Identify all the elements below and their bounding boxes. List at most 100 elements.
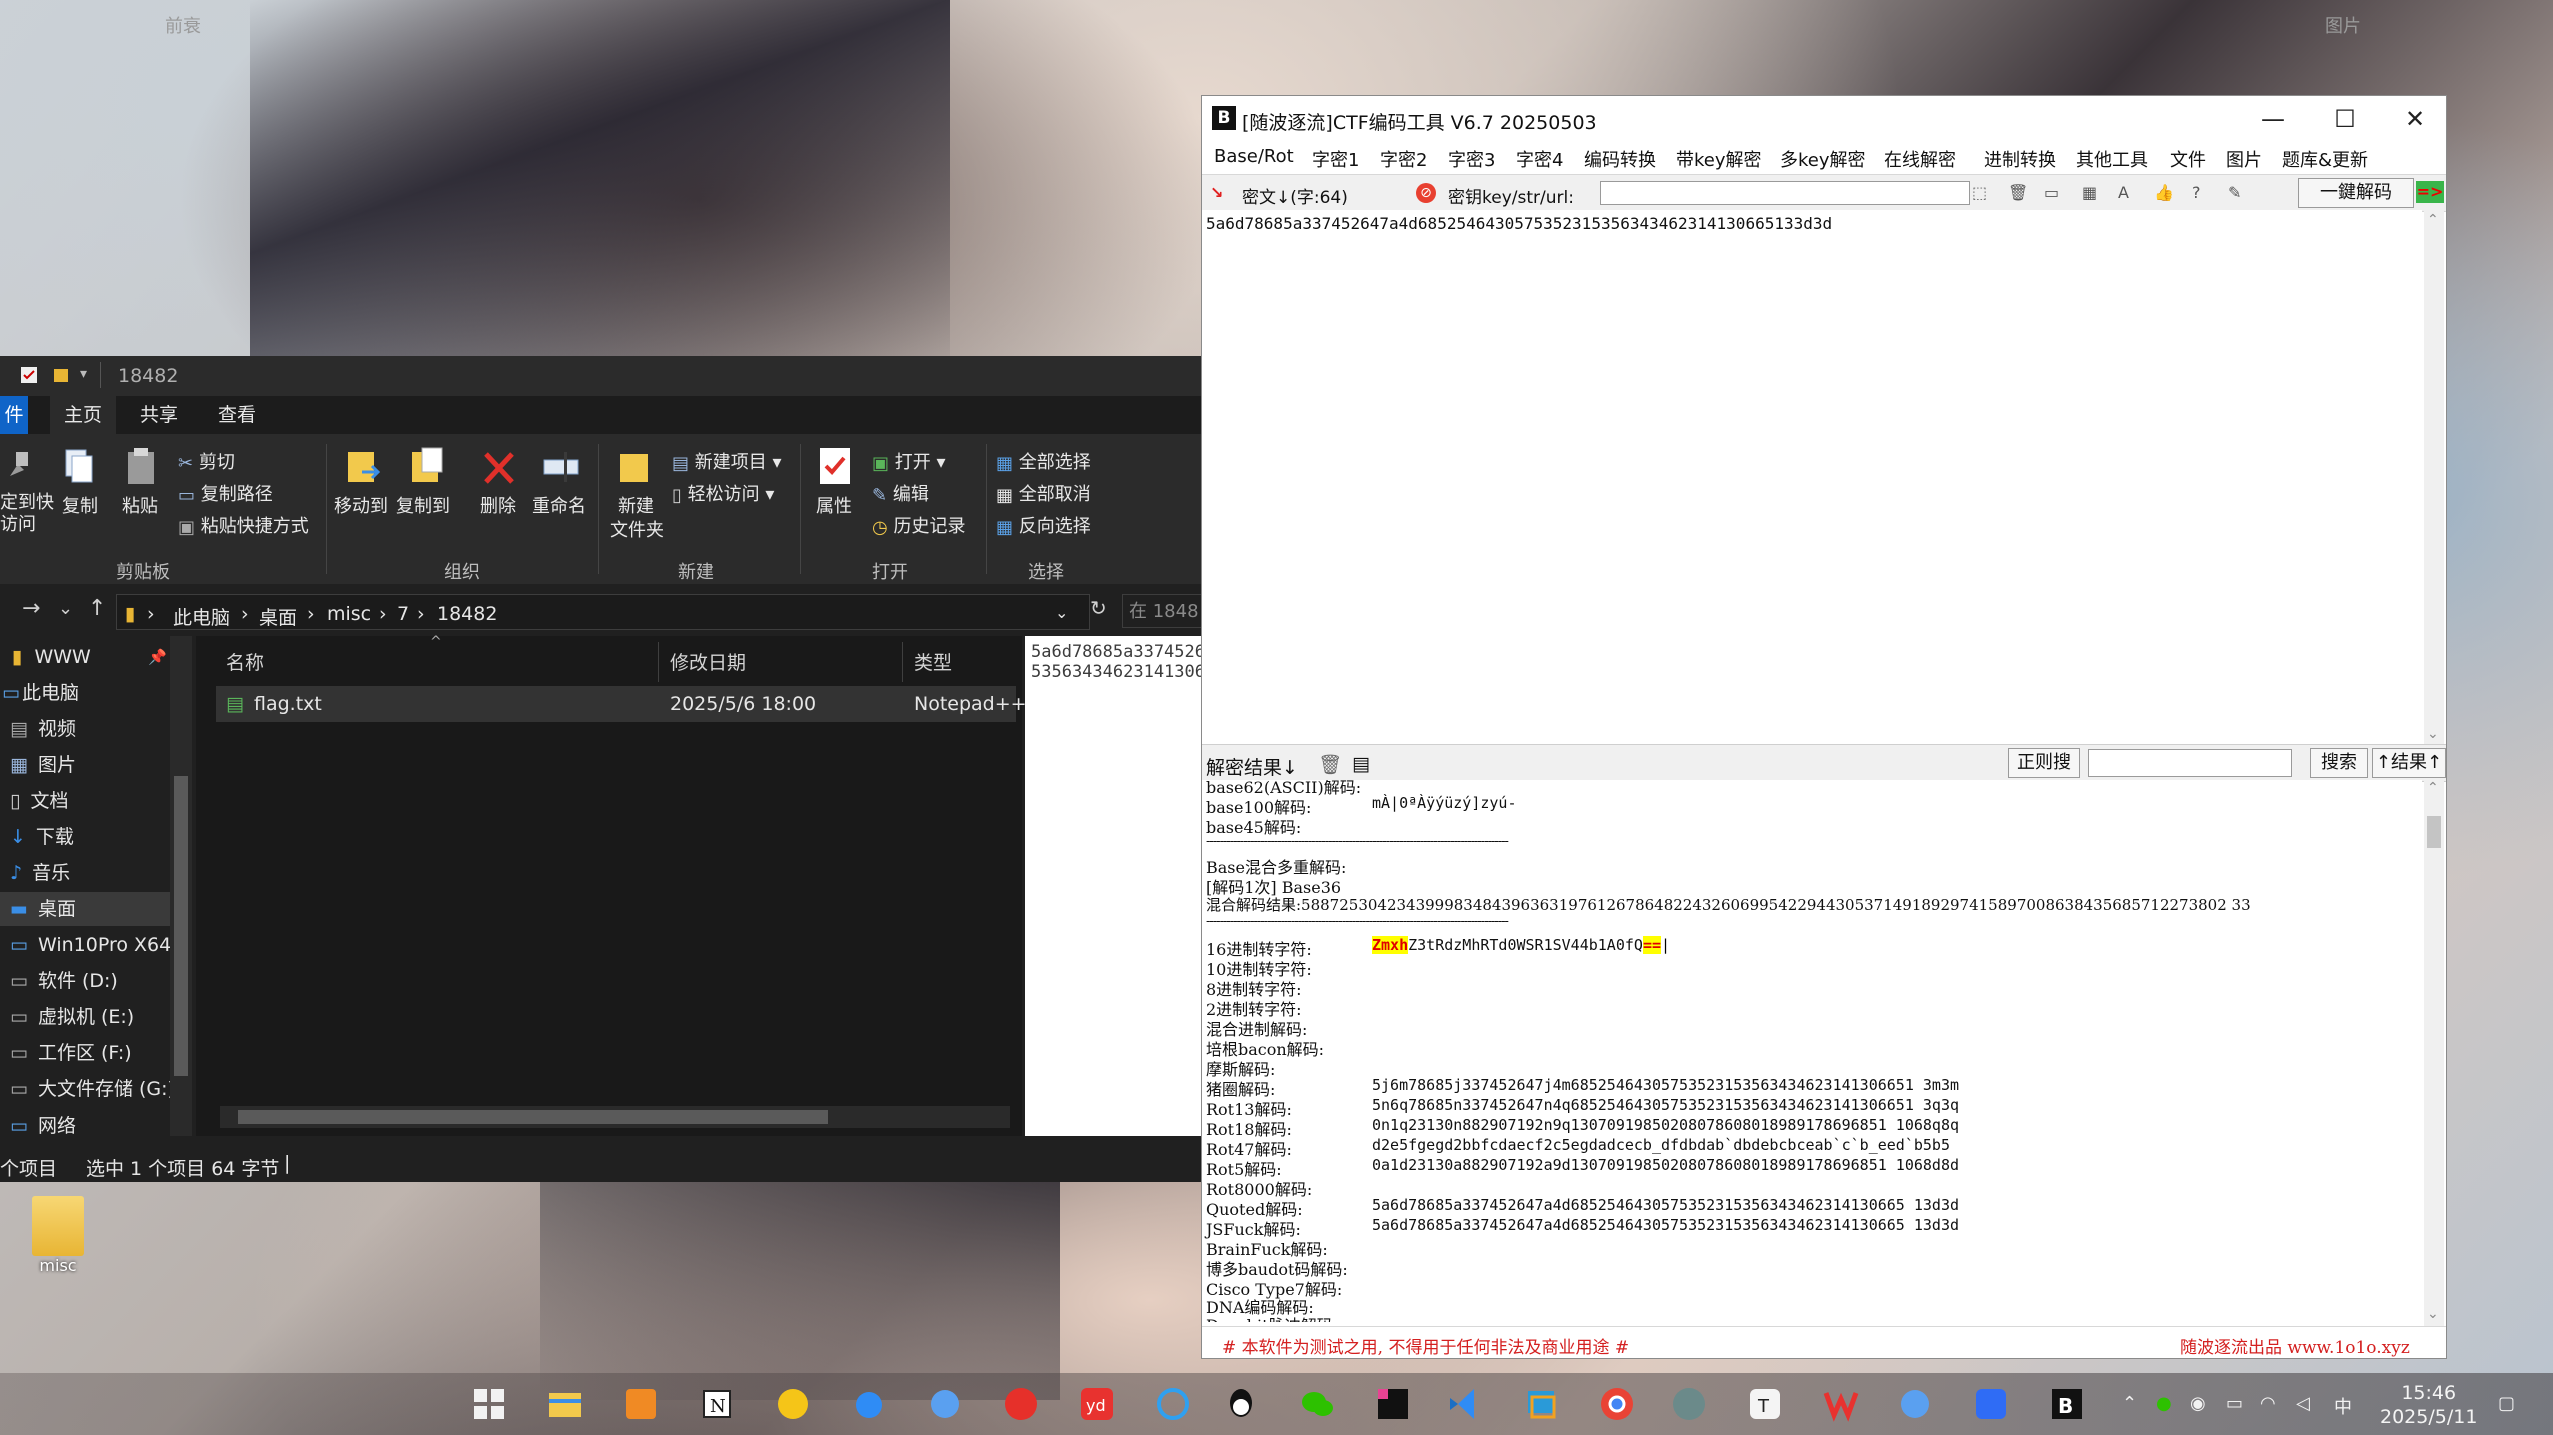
search-button[interactable]: 搜索: [2310, 748, 2368, 778]
result-scrollbar[interactable]: ⌃ ⌄: [2424, 780, 2444, 1326]
properties-icon[interactable]: [20, 366, 38, 384]
qq-icon[interactable]: [1222, 1385, 1260, 1423]
nav-item-music[interactable]: ♪ 音乐: [0, 856, 170, 890]
nav-item-documents[interactable]: ▯ 文档: [0, 784, 170, 818]
nav-scrollbar[interactable]: [170, 636, 192, 1136]
result-up-button[interactable]: ↑结果↑: [2372, 748, 2446, 778]
minimize-icon[interactable]: —: [2250, 102, 2296, 136]
desktop-folder-misc[interactable]: misc: [22, 1196, 94, 1275]
wifi-icon[interactable]: ◠: [2260, 1393, 2276, 1414]
nav-item-downloads[interactable]: ↓ 下载: [0, 820, 170, 854]
nav-item-www[interactable]: ▮ WWW 📌: [0, 640, 170, 674]
nav-item-drive-e[interactable]: ▭ 虚拟机 (E:): [0, 1000, 170, 1034]
nav-item-pictures[interactable]: ▦ 图片: [0, 748, 170, 782]
tray-overflow-icon[interactable]: ⌃: [2122, 1393, 2137, 1414]
ime-indicator[interactable]: 中: [2334, 1393, 2352, 1419]
menu-zimi1[interactable]: 字密1: [1312, 146, 1359, 172]
select-all-button[interactable]: ▦ 全部选择: [996, 448, 1091, 474]
scroll-thumb[interactable]: [2427, 816, 2441, 848]
tab-home[interactable]: 主页: [50, 396, 116, 434]
window-icon[interactable]: ▭: [2044, 183, 2064, 203]
qq-tray-icon[interactable]: ◉: [2190, 1393, 2206, 1414]
up-icon[interactable]: ↑: [88, 596, 106, 621]
menu-zimi2[interactable]: 字密2: [1380, 146, 1427, 172]
tab-share[interactable]: 共享: [126, 396, 192, 434]
scroll-thumb[interactable]: [238, 1110, 828, 1124]
edit-icon[interactable]: ✎: [2228, 183, 2248, 203]
breadcrumb-item[interactable]: 桌面: [259, 603, 297, 630]
explorer-titlebar[interactable]: ▾ 18482: [0, 356, 1202, 396]
copy-result-icon[interactable]: ▤: [1352, 753, 1370, 775]
copy-to-button[interactable]: 复制到: [396, 492, 450, 518]
netease-music-icon[interactable]: [1002, 1385, 1040, 1423]
search-box[interactable]: 在 1848: [1122, 594, 1202, 628]
column-divider[interactable]: [902, 642, 903, 682]
open-button[interactable]: ▣ 打开 ▾: [872, 448, 946, 474]
key-input[interactable]: [1600, 181, 1970, 205]
nav-item-this-pc[interactable]: ▭ 此电脑: [0, 676, 170, 710]
battery-icon[interactable]: ▭: [2226, 1393, 2243, 1414]
font-icon[interactable]: A: [2118, 183, 2138, 203]
rename-button[interactable]: 重命名: [532, 492, 586, 518]
app-blue2-icon[interactable]: [1896, 1385, 1934, 1423]
avatar-icon[interactable]: [1670, 1385, 1708, 1423]
file-row[interactable]: ▤ flag.txt 2025/5/6 18:00 Notepad++: [216, 686, 1027, 722]
nav-item-videos[interactable]: ▤ 视频: [0, 712, 170, 746]
ctf-titlebar[interactable]: B [随波逐流]CTF编码工具 V6.7 20250503 — ☐ ✕: [1202, 96, 2446, 142]
wps-icon[interactable]: [1822, 1385, 1860, 1423]
tab-file[interactable]: 件: [0, 396, 28, 434]
nav-item-drive-f[interactable]: ▭ 工作区 (F:): [0, 1036, 170, 1070]
app-blue3-icon[interactable]: [1972, 1385, 2010, 1423]
paste-shortcut-button[interactable]: ▣ 粘贴快捷方式: [178, 512, 309, 538]
nav-item-desktop[interactable]: ▬ 桌面: [0, 892, 170, 926]
menu-encoding[interactable]: 编码转换: [1584, 146, 1656, 172]
edit-button[interactable]: ✎ 编辑: [872, 480, 929, 506]
breadcrumb-item[interactable]: 18482: [437, 603, 497, 625]
start-icon[interactable]: [470, 1385, 508, 1423]
column-header-type[interactable]: 类型: [914, 648, 952, 675]
youdao-icon[interactable]: yd: [1078, 1385, 1116, 1423]
menu-key-decrypt[interactable]: 带key解密: [1676, 146, 1762, 172]
maximize-icon[interactable]: ☐: [2322, 102, 2368, 136]
table-icon[interactable]: ▦: [2082, 183, 2102, 203]
publisher-link[interactable]: 随波逐流出品 www.1o1o.xyz: [2180, 1333, 2410, 1358]
regex-search-button[interactable]: 正则搜: [2008, 748, 2080, 778]
menu-zimi4[interactable]: 字密4: [1516, 146, 1563, 172]
column-divider[interactable]: [658, 642, 659, 682]
result-search-input[interactable]: [2088, 749, 2292, 777]
scroll-down-icon[interactable]: ⌄: [2427, 726, 2439, 742]
one-key-decode-button[interactable]: 一鍵解码: [2298, 178, 2414, 208]
clock[interactable]: 15:46 2025/5/11: [2380, 1381, 2477, 1429]
properties-button[interactable]: 属性: [816, 492, 852, 518]
vscode-icon[interactable]: [1446, 1385, 1484, 1423]
scroll-down-icon[interactable]: ⌄: [2427, 1306, 2439, 1322]
menu-library-update[interactable]: 题库&更新: [2282, 146, 2368, 172]
easy-access-button[interactable]: ▯ 轻松访问 ▾: [672, 480, 774, 506]
paste-button[interactable]: 粘贴: [122, 492, 158, 518]
wechat-tray-icon[interactable]: ●: [2156, 1393, 2172, 1414]
run-arrow-button[interactable]: =>: [2416, 181, 2444, 203]
explorer-icon[interactable]: [546, 1385, 584, 1423]
menu-other-tools[interactable]: 其他工具: [2076, 146, 2148, 172]
notion-icon[interactable]: N: [698, 1385, 736, 1423]
select-icon[interactable]: ⬚: [1972, 183, 1992, 203]
ctf-tool-icon[interactable]: B: [2048, 1385, 2086, 1423]
menu-base-rot[interactable]: Base/Rot: [1214, 146, 1294, 167]
menu-file[interactable]: 文件: [2170, 146, 2206, 172]
horizontal-scrollbar[interactable]: [220, 1106, 1010, 1128]
typora-icon[interactable]: T: [1746, 1385, 1784, 1423]
new-folder-button-line2[interactable]: 文件夹: [610, 516, 664, 542]
scroll-up-icon[interactable]: ⌃: [2427, 212, 2439, 228]
nav-item-drive-c[interactable]: ▭ Win10Pro X64 (: [0, 928, 185, 962]
volume-icon[interactable]: ◁: [2296, 1393, 2310, 1414]
chevron-down-icon[interactable]: ▾: [80, 366, 98, 384]
new-folder-button-line1[interactable]: 新建: [618, 492, 654, 518]
menu-multikey-decrypt[interactable]: 多key解密: [1780, 146, 1866, 172]
move-to-button[interactable]: 移动到: [334, 492, 388, 518]
tab-view[interactable]: 查看: [204, 396, 270, 434]
copy-path-button[interactable]: ▭ 复制路径: [178, 480, 273, 506]
baidu-cloud-icon[interactable]: [850, 1385, 888, 1423]
menu-radix[interactable]: 进制转换: [1984, 146, 2056, 172]
thumbs-up-icon[interactable]: 👍: [2154, 183, 2174, 203]
chrome-icon[interactable]: [1598, 1385, 1636, 1423]
